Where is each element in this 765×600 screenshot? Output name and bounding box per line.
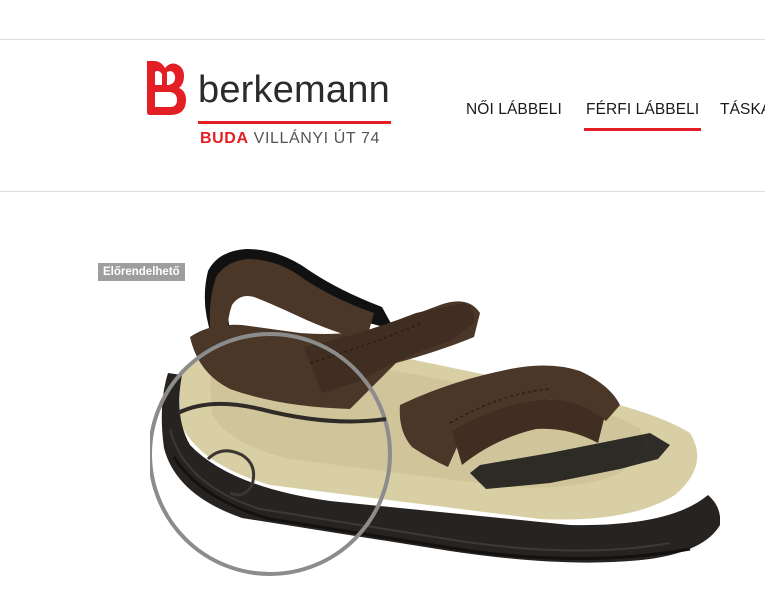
preorder-badge: Előrendelhető: [98, 263, 185, 281]
berkemann-logo-icon: [147, 61, 186, 115]
store-location: BUDA VILLÁNYI ÚT 74: [200, 130, 380, 148]
nav-item-noi-labbeli[interactable]: NŐI LÁBBELI: [466, 98, 562, 122]
brand-logo[interactable]: berkemann BUDA VILLÁNYI ÚT 74: [140, 58, 400, 150]
store-street: VILLÁNYI ÚT 74: [253, 130, 381, 147]
nav-item-ferfi-labbeli[interactable]: FÉRFI LÁBBELI: [583, 98, 702, 131]
top-bar: [0, 0, 765, 40]
store-city: BUDA: [200, 130, 249, 147]
brand-name: berkemann: [198, 69, 390, 111]
brand-underline: [198, 121, 391, 124]
product-section: Előrendelhető: [0, 193, 765, 600]
site-header: berkemann BUDA VILLÁNYI ÚT 74 NŐI LÁBBEL…: [0, 40, 765, 192]
sandal-image[interactable]: [150, 233, 720, 593]
nav-item-taska[interactable]: TÁSKA: [720, 98, 765, 122]
